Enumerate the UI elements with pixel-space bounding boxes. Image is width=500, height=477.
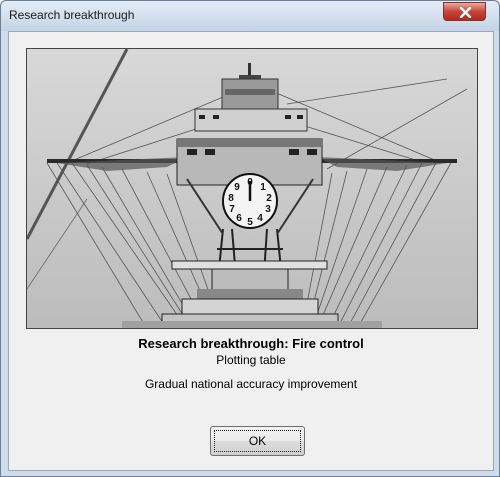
svg-text:1: 1	[260, 182, 266, 193]
fire-control-tower-image: 0 1 2 3 4 5 6 7 8 9	[27, 49, 477, 328]
svg-text:2: 2	[266, 193, 272, 204]
title-bar[interactable]: Research breakthrough	[1, 1, 499, 31]
svg-text:3: 3	[265, 204, 271, 215]
ok-button-label: OK	[248, 434, 267, 448]
breakthrough-heading: Research breakthrough: Fire control	[138, 336, 364, 351]
dialog-content: 0 1 2 3 4 5 6 7 8 9	[8, 31, 494, 471]
technology-name: Plotting table	[216, 353, 286, 367]
svg-text:6: 6	[236, 213, 242, 224]
svg-text:7: 7	[229, 204, 235, 215]
ok-button[interactable]: OK	[210, 426, 305, 456]
research-photo: 0 1 2 3 4 5 6 7 8 9	[26, 48, 478, 329]
close-button[interactable]	[443, 2, 486, 21]
svg-text:9: 9	[234, 182, 240, 193]
window-title: Research breakthrough	[9, 8, 135, 22]
svg-text:5: 5	[247, 217, 253, 228]
svg-text:4: 4	[257, 213, 263, 224]
technology-effect: Gradual national accuracy improvement	[144, 377, 358, 391]
dialog-window: Research breakthrough 1 2 3 4 5 6 7 8 9 …	[0, 0, 500, 477]
close-icon	[459, 7, 472, 18]
svg-text:8: 8	[228, 193, 234, 204]
